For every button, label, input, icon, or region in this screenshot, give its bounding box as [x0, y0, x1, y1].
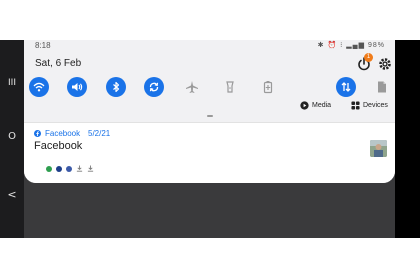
facebook-icon: [34, 130, 41, 137]
notification-count-badge: 1: [364, 53, 373, 62]
flashlight-icon: [226, 81, 234, 93]
home-button[interactable]: O: [0, 131, 24, 142]
status-bar: 8:18 ✱ ⏰ ⁝ ▂▄▆ 98%: [24, 40, 395, 52]
frame-edge: [395, 40, 420, 238]
notification-thumbnail: [370, 140, 387, 157]
document-toggle[interactable]: [372, 77, 392, 97]
wifi-toggle[interactable]: [29, 77, 49, 97]
date-label: Sat, 6 Feb: [35, 58, 82, 69]
notification-app-header: Facebook: [34, 129, 80, 138]
app-icon-navy: [56, 165, 62, 172]
gear-icon: [379, 58, 391, 70]
battery-saver-icon: [263, 81, 273, 94]
notification-card[interactable]: Facebook 5/2/21 Facebook: [24, 122, 395, 183]
rotate-icon: [149, 82, 159, 92]
back-button[interactable]: <: [0, 188, 24, 201]
app-icon-blue: [66, 165, 72, 172]
sound-toggle[interactable]: [67, 77, 87, 97]
media-button[interactable]: Media: [300, 99, 331, 111]
download-icon: [87, 165, 94, 172]
bluetooth-icon: [113, 81, 120, 93]
document-icon: [378, 81, 386, 93]
devices-label: Devices: [363, 101, 388, 109]
bluetooth-toggle[interactable]: [106, 77, 126, 97]
play-icon: [300, 100, 309, 110]
battery-saver-toggle[interactable]: [258, 77, 278, 97]
notification-date: 5/2/21: [88, 129, 111, 138]
status-time: 8:18: [35, 41, 51, 50]
battery-level: 98%: [367, 42, 385, 49]
download-icon: [76, 165, 83, 172]
media-label: Media: [312, 101, 332, 109]
volume-icon: [72, 83, 83, 91]
status-icons: ✱ ⏰ ⁝ ▂▄▆ 98%: [318, 41, 385, 49]
notification-icons-tray: [46, 165, 94, 172]
devices-icon: [351, 100, 360, 110]
drag-handle[interactable]: [207, 115, 213, 117]
status-icons-glyphs: ✱ ⏰ ⁝ ▂▄▆: [317, 42, 366, 49]
thumbnail-image: [370, 140, 387, 157]
recents-button[interactable]: III: [0, 78, 24, 88]
airplane-icon: [186, 81, 198, 93]
airplane-mode-toggle[interactable]: [182, 77, 202, 97]
mobile-data-toggle[interactable]: [336, 77, 356, 97]
data-transfer-icon: [341, 82, 351, 92]
auto-rotate-toggle[interactable]: [144, 77, 164, 97]
devices-button[interactable]: Devices: [351, 99, 388, 111]
notification-shade: 8:18 ✱ ⏰ ⁝ ▂▄▆ 98% Sat, 6 Feb 1 Media De…: [24, 40, 395, 183]
app-icon-green: [46, 165, 52, 172]
settings-button[interactable]: [377, 56, 393, 72]
flashlight-toggle[interactable]: [220, 77, 240, 97]
notification-app-name: Facebook: [45, 129, 81, 138]
wifi-icon: [33, 82, 45, 92]
notification-title: Facebook: [34, 140, 83, 152]
